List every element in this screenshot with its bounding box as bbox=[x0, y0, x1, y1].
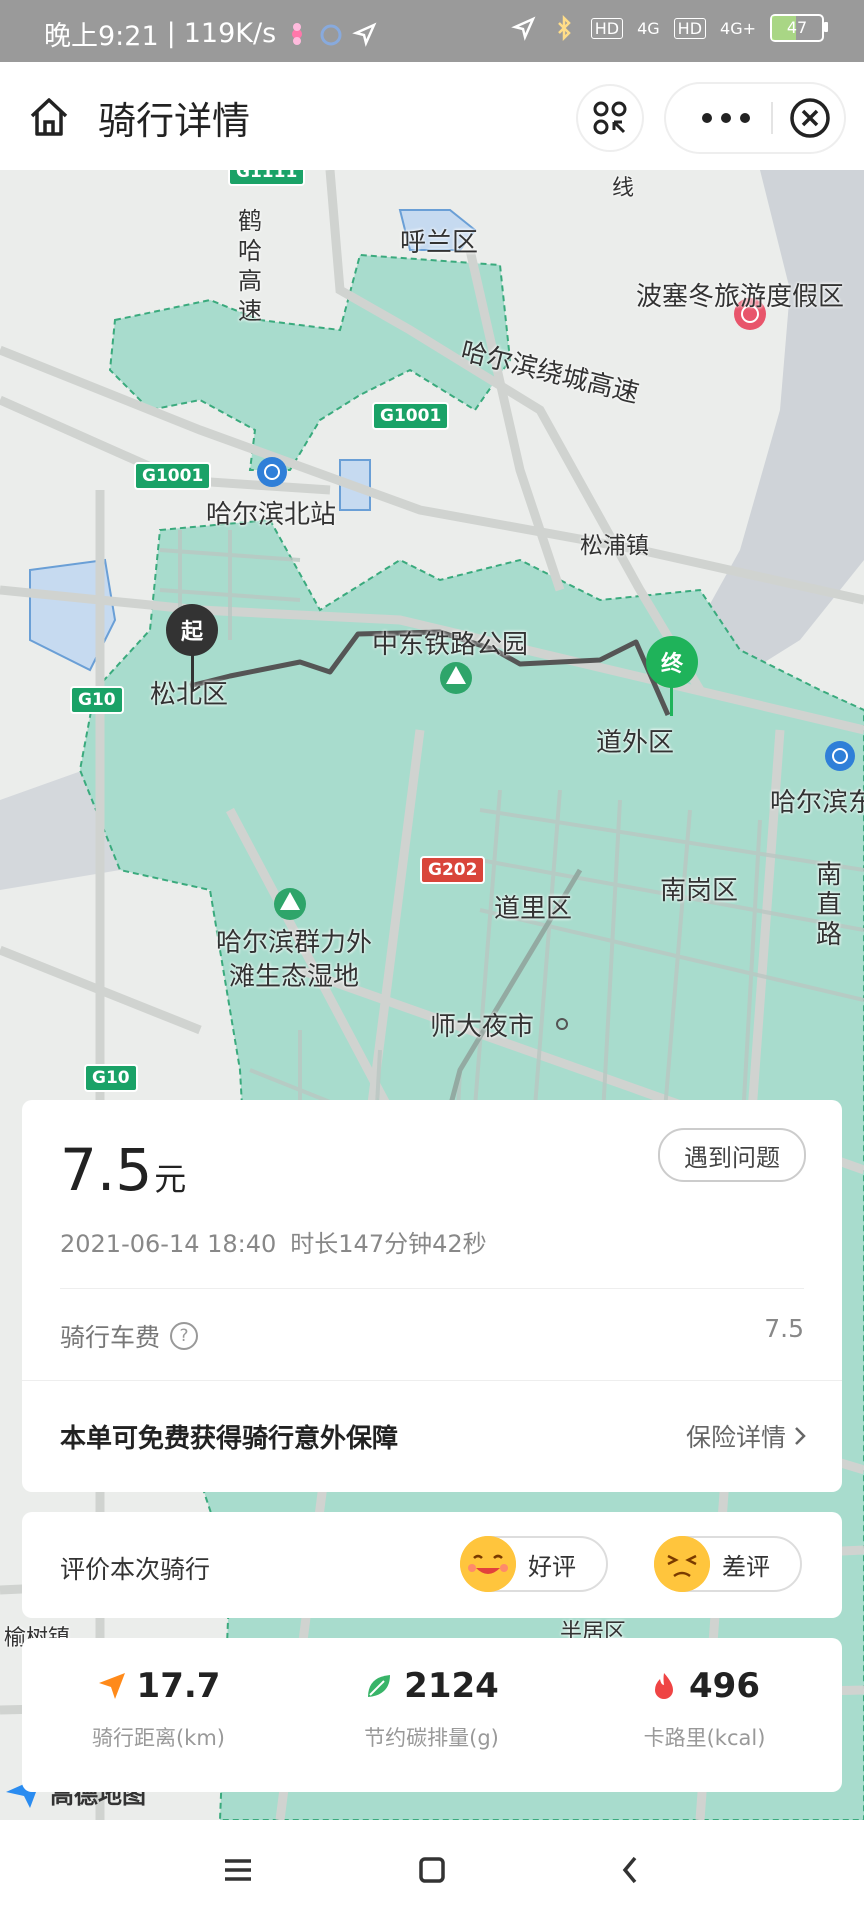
label-poseidon: 波塞冬旅游度假区 bbox=[636, 282, 845, 312]
nav-back-button[interactable] bbox=[610, 1850, 650, 1890]
label-songbei: 松北区 bbox=[150, 680, 229, 710]
close-icon bbox=[790, 98, 830, 138]
stat-distance: 17.7 骑行距离(km) bbox=[91, 1666, 225, 1750]
fee-value: 7.5 bbox=[764, 1314, 804, 1343]
back-icon bbox=[622, 1856, 637, 1884]
label-nanzhi-road: 南直路 bbox=[816, 860, 843, 950]
label-north-station: 哈尔滨北站 bbox=[206, 500, 337, 530]
status-time: 晚上9:21 bbox=[44, 21, 159, 52]
service-zone-north bbox=[108, 253, 512, 471]
shield-g10: G10 bbox=[70, 686, 124, 714]
shield-g1111: G1111 bbox=[228, 170, 306, 186]
hd-badge: HD bbox=[590, 17, 624, 39]
label-daowai: 道外区 bbox=[596, 728, 675, 758]
bad-review-button[interactable]: 差评 bbox=[654, 1536, 802, 1592]
bluetooth-icon bbox=[557, 15, 571, 41]
scan-icon bbox=[593, 101, 627, 135]
river-shape bbox=[690, 170, 864, 690]
location-arrow-icon bbox=[510, 16, 536, 41]
report-issue-button[interactable]: 遇到问题 bbox=[658, 1128, 806, 1182]
label-line: 线 bbox=[612, 176, 635, 201]
fee-label: 骑行车费 ? bbox=[60, 1318, 199, 1354]
status-bar: 晚上9:21 | 119K/s HD 4G HD 4G+ 47 bbox=[0, 0, 864, 62]
label-nangang: 南岗区 bbox=[660, 876, 739, 906]
shield-g1001: G1001 bbox=[134, 462, 212, 490]
rating-label: 评价本次骑行 bbox=[60, 1555, 211, 1584]
scan-button[interactable] bbox=[578, 86, 642, 150]
label-harbin-east: 哈尔滨东 bbox=[770, 788, 864, 818]
insurance-link[interactable]: 保险详情 bbox=[686, 1418, 806, 1454]
label-daoli: 道里区 bbox=[494, 894, 573, 924]
nav-home-button[interactable] bbox=[412, 1850, 452, 1890]
hd-badge: HD bbox=[673, 17, 707, 39]
trip-meta: 2021-06-14 18:40 时长147分钟42秒 bbox=[60, 1224, 487, 1259]
stat-calories: 496 卡路里(kcal) bbox=[643, 1666, 766, 1750]
price-value: 7.5 bbox=[60, 1136, 153, 1204]
end-pin[interactable]: 终 bbox=[646, 636, 698, 688]
good-review-button[interactable]: 好评 bbox=[460, 1536, 608, 1592]
label-wetland: 哈尔滨群力外滩生态湿地 bbox=[215, 928, 372, 992]
help-icon[interactable]: ? bbox=[170, 1322, 199, 1350]
menu-icon bbox=[225, 1859, 251, 1881]
flame-icon bbox=[655, 1673, 673, 1699]
more-button[interactable] bbox=[686, 84, 766, 152]
rating-card: 评价本次骑行 好评 差评 bbox=[22, 1512, 842, 1618]
label-hulan: 呼兰区 bbox=[400, 228, 479, 258]
page-title: 骑行详情 bbox=[98, 99, 251, 143]
fare-card: 7.5元 遇到问题 2021-06-14 18:40 时长147分钟42秒 骑行车… bbox=[22, 1100, 842, 1492]
arrow-icon bbox=[98, 1673, 125, 1699]
system-nav-bar bbox=[0, 1820, 864, 1920]
battery-icon: 47 bbox=[770, 14, 828, 42]
price-unit: 元 bbox=[154, 1160, 187, 1198]
stats-card: 17.7 骑行距离(km) 2124 节约碳排量(g) 496 卡路里(kcal… bbox=[22, 1638, 842, 1792]
insurance-title: 本单可免费获得骑行意外保障 bbox=[60, 1424, 399, 1454]
chevron-right-icon bbox=[795, 1427, 806, 1445]
trip-duration: 时长147分钟42秒 bbox=[290, 1230, 487, 1258]
square-icon bbox=[419, 1857, 445, 1883]
more-icon bbox=[702, 113, 750, 123]
shield-g202: G202 bbox=[420, 856, 486, 884]
alarm-icon bbox=[320, 24, 342, 45]
start-pin[interactable]: 起 bbox=[166, 604, 218, 656]
signal-1: 4G bbox=[637, 18, 660, 38]
home-icon[interactable] bbox=[24, 92, 74, 142]
price: 7.5元 bbox=[60, 1136, 186, 1204]
leaf-icon bbox=[368, 1675, 391, 1697]
shield-g1001: G1001 bbox=[372, 402, 450, 430]
label-hegang-hwy: 鹤哈高速 bbox=[238, 207, 262, 325]
signal-2: 4G+ bbox=[720, 18, 756, 38]
title-bar: 骑行详情 bbox=[0, 62, 864, 170]
stat-carbon: 2124 节约碳排量(g) bbox=[364, 1666, 499, 1750]
train-station-icon bbox=[257, 457, 287, 487]
status-speed: 119K/s bbox=[183, 18, 277, 49]
nav-menu-button[interactable] bbox=[218, 1850, 258, 1890]
angry-face-icon bbox=[654, 1536, 710, 1592]
close-button[interactable] bbox=[776, 84, 844, 152]
label-night-market: 师大夜市 bbox=[430, 1012, 535, 1042]
train-station-icon bbox=[825, 741, 855, 771]
menu-capsule bbox=[666, 84, 844, 152]
location-arrow-icon bbox=[352, 22, 377, 47]
smile-face-icon bbox=[460, 1536, 516, 1592]
label-songpu: 松浦镇 bbox=[580, 533, 649, 559]
flower-icon bbox=[292, 22, 303, 45]
shield-g10: G10 bbox=[84, 1064, 138, 1092]
label-zhongdong-park: 中东铁路公园 bbox=[372, 630, 529, 660]
trip-date: 2021-06-14 18:40 bbox=[60, 1230, 277, 1258]
